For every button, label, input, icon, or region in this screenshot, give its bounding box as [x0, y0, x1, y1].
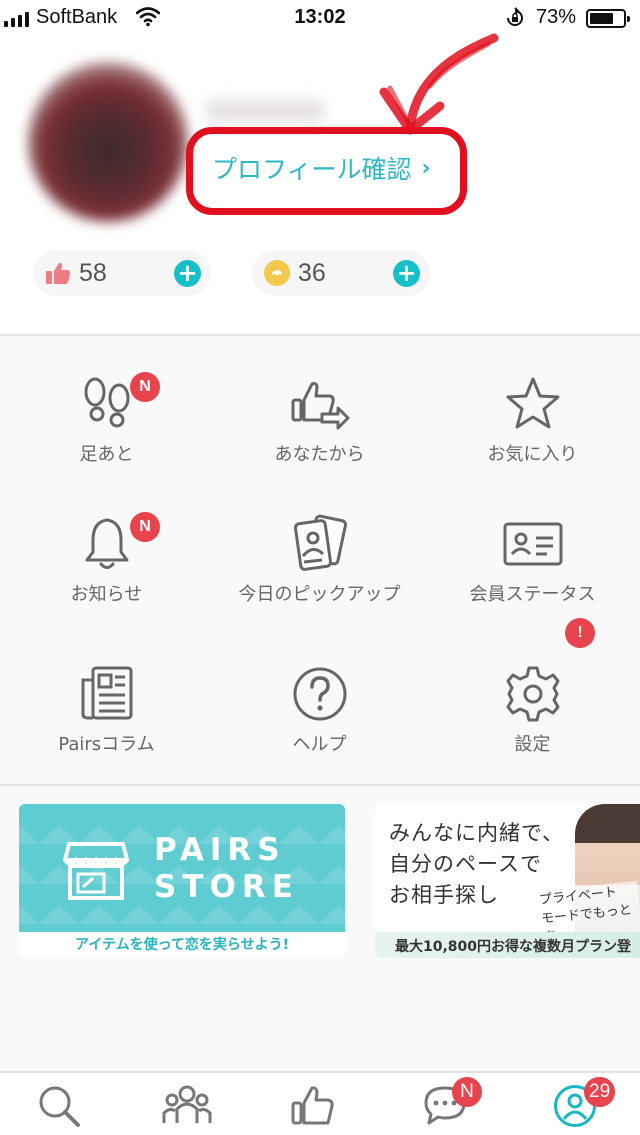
menu-label: 設定 — [514, 734, 551, 755]
nav-likes[interactable] — [282, 1083, 342, 1135]
menu-member-status[interactable]: 会員ステータス — [426, 476, 639, 616]
newspaper-icon — [81, 666, 132, 720]
menu-label: 会員ステータス — [469, 584, 596, 605]
new-badge: N — [130, 512, 160, 542]
points-counter[interactable]: 36 + — [252, 250, 430, 296]
bell-icon — [85, 518, 128, 569]
new-badge: N — [130, 372, 160, 402]
headline-line2: 自分のペースで — [389, 852, 542, 876]
headline-line1: みんなに内緒で、 — [389, 821, 565, 845]
battery-percent: 73% — [536, 6, 577, 28]
battery-icon — [586, 9, 630, 28]
member-card-icon — [503, 522, 562, 566]
likes-count: 58 — [79, 258, 107, 287]
nav-search[interactable] — [28, 1083, 88, 1135]
store-title-line2: STORE — [154, 869, 299, 905]
messages-badge: N — [452, 1077, 482, 1107]
pickup-cards-icon — [293, 514, 347, 571]
plan-strip-text: 最大10,800円お得な複数月プラン登 — [395, 939, 632, 955]
add-likes-button[interactable]: + — [174, 260, 201, 287]
sent-like-icon — [291, 382, 349, 430]
menu-footprints[interactable]: 足あと N — [0, 336, 213, 476]
menu-todays-pickup[interactable]: 今日のピックアップ — [213, 476, 426, 616]
pairs-store-banner[interactable]: PAIRS STORE アイテムを使って恋を実らせよう! — [19, 804, 345, 958]
menu-pairs-column[interactable]: Pairsコラム — [0, 626, 213, 766]
status-bar: SoftBank 13:02 73% — [0, 0, 640, 36]
shop-icon — [63, 842, 129, 900]
blurred-name — [205, 100, 325, 122]
menu-help[interactable]: ヘルプ — [213, 626, 426, 766]
plan-strip: 最大10,800円お得な複数月プラン登 — [375, 932, 640, 958]
footprints-icon — [84, 377, 129, 428]
menu-favorites[interactable]: お気に入り — [426, 336, 639, 476]
alert-badge: ! — [565, 618, 595, 648]
menu-label: 今日のピックアップ — [238, 584, 401, 605]
bottom-nav: N 29 — [0, 1071, 640, 1135]
like-icon — [291, 1086, 334, 1125]
search-icon — [39, 1086, 80, 1127]
gear-icon — [506, 666, 559, 722]
menu-label: Pairsコラム — [58, 734, 155, 755]
menu-notifications[interactable]: お知らせ N — [0, 476, 213, 616]
menu-label: 足あと — [79, 444, 134, 465]
menu-settings[interactable]: 設定 ! — [426, 618, 639, 766]
menu-label: ヘルプ — [292, 734, 347, 755]
thumbs-up-icon — [43, 258, 73, 288]
menu-label: お気に入り — [487, 444, 578, 465]
annotation-arrow-icon — [379, 33, 499, 135]
orientation-lock-icon — [504, 7, 526, 34]
private-mode-banner[interactable]: みんなに内緒で、 自分のペースで お相手探し プライベート モードでもっと安 最… — [375, 804, 640, 958]
my-page-badge: 29 — [584, 1077, 616, 1107]
store-title-line1: PAIRS — [154, 832, 286, 868]
likes-counter[interactable]: 58 + — [33, 250, 211, 296]
points-count: 36 — [298, 258, 326, 287]
star-icon — [506, 377, 559, 429]
coin-icon — [262, 258, 292, 288]
help-icon — [293, 667, 346, 721]
menu-grid: 足あと N あなたから お気に入り お知らせ N 今日のピックアップ 会員ステー… — [0, 336, 640, 784]
store-title: PAIRS STORE — [154, 832, 299, 906]
annotation-highlight-box — [186, 127, 467, 215]
nav-my-page[interactable]: 29 — [546, 1077, 616, 1135]
menu-label: お知らせ — [70, 584, 143, 605]
nav-community[interactable] — [154, 1083, 214, 1135]
add-points-button[interactable]: + — [393, 260, 420, 287]
menu-sent-likes[interactable]: あなたから — [213, 336, 426, 476]
community-icon — [162, 1085, 212, 1123]
store-caption: アイテムを使って恋を実らせよう! — [74, 937, 289, 953]
menu-label: あなたから — [274, 444, 365, 465]
banner-area: PAIRS STORE アイテムを使って恋を実らせよう! みんなに内緒で、 自分… — [0, 786, 640, 1071]
avatar[interactable] — [28, 62, 188, 222]
nav-messages[interactable]: N — [414, 1077, 482, 1135]
